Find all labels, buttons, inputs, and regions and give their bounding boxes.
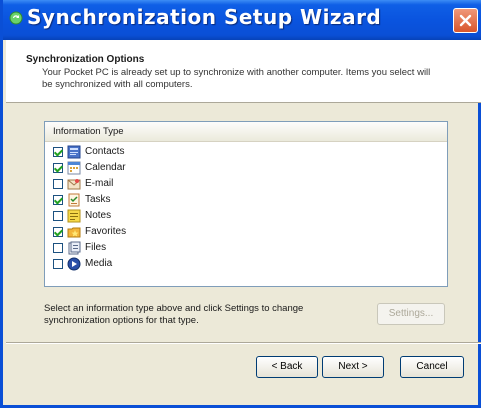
title-bar[interactable]: Synchronization Setup Wizard — [3, 0, 481, 40]
column-header-information-type[interactable]: Information Type — [45, 122, 447, 142]
contacts-icon — [67, 145, 81, 159]
email-icon — [67, 179, 81, 190]
media-icon — [67, 257, 81, 271]
sync-app-icon — [9, 11, 23, 25]
back-button[interactable]: < Back — [256, 356, 318, 378]
checkbox-notes[interactable] — [53, 211, 63, 221]
favorites-icon — [67, 227, 81, 238]
section-description: Your Pocket PC is already set up to sync… — [42, 67, 431, 90]
list-item-contacts[interactable]: Contacts — [53, 144, 443, 160]
header-panel: Synchronization Options Your Pocket PC i… — [6, 40, 481, 103]
checkbox-contacts[interactable] — [53, 147, 63, 157]
window-title: Synchronization Setup Wizard — [27, 5, 382, 29]
list-item-email[interactable]: E-mail — [53, 176, 443, 192]
checkbox-favorites[interactable] — [53, 227, 63, 237]
list-item-calendar[interactable]: Calendar — [53, 160, 443, 176]
checkbox-email[interactable] — [53, 179, 63, 189]
list-item-favorites[interactable]: Favorites — [53, 224, 443, 240]
cancel-button[interactable]: Cancel — [400, 356, 464, 378]
list-item-label: E-mail — [85, 178, 114, 189]
list-item-label: Calendar — [85, 162, 126, 173]
calendar-icon — [67, 161, 81, 175]
settings-button[interactable]: Settings... — [377, 303, 445, 325]
column-header-label: Information Type — [53, 126, 124, 137]
footer-divider — [6, 342, 481, 344]
close-button[interactable] — [453, 8, 478, 33]
notes-icon — [67, 209, 81, 223]
checkbox-tasks[interactable] — [53, 195, 63, 205]
list-item-media[interactable]: Media — [53, 256, 443, 272]
list-item-label: Tasks — [85, 194, 111, 205]
checkbox-media[interactable] — [53, 259, 63, 269]
list-item-tasks[interactable]: Tasks — [53, 192, 443, 208]
list-item-label: Media — [85, 258, 113, 269]
checkbox-calendar[interactable] — [53, 163, 63, 173]
list-item-files[interactable]: Files — [53, 240, 443, 256]
list-item-label: Files — [85, 242, 107, 253]
settings-hint: Select an information type above and cli… — [44, 303, 304, 326]
list-item-label: Notes — [85, 210, 112, 221]
checkbox-files[interactable] — [53, 243, 63, 253]
close-icon — [459, 14, 472, 27]
next-button[interactable]: Next > — [322, 356, 384, 378]
tasks-icon — [68, 193, 80, 207]
list-item-label: Favorites — [85, 226, 127, 237]
wizard-window: Synchronization Setup Wizard Synchroniza… — [0, 0, 481, 408]
list-item-label: Contacts — [85, 146, 125, 157]
section-title: Synchronization Options — [26, 54, 145, 65]
information-type-list[interactable]: Information Type Contacts Calendar E-mai… — [44, 121, 448, 287]
files-icon — [68, 241, 81, 255]
list-item-notes[interactable]: Notes — [53, 208, 443, 224]
